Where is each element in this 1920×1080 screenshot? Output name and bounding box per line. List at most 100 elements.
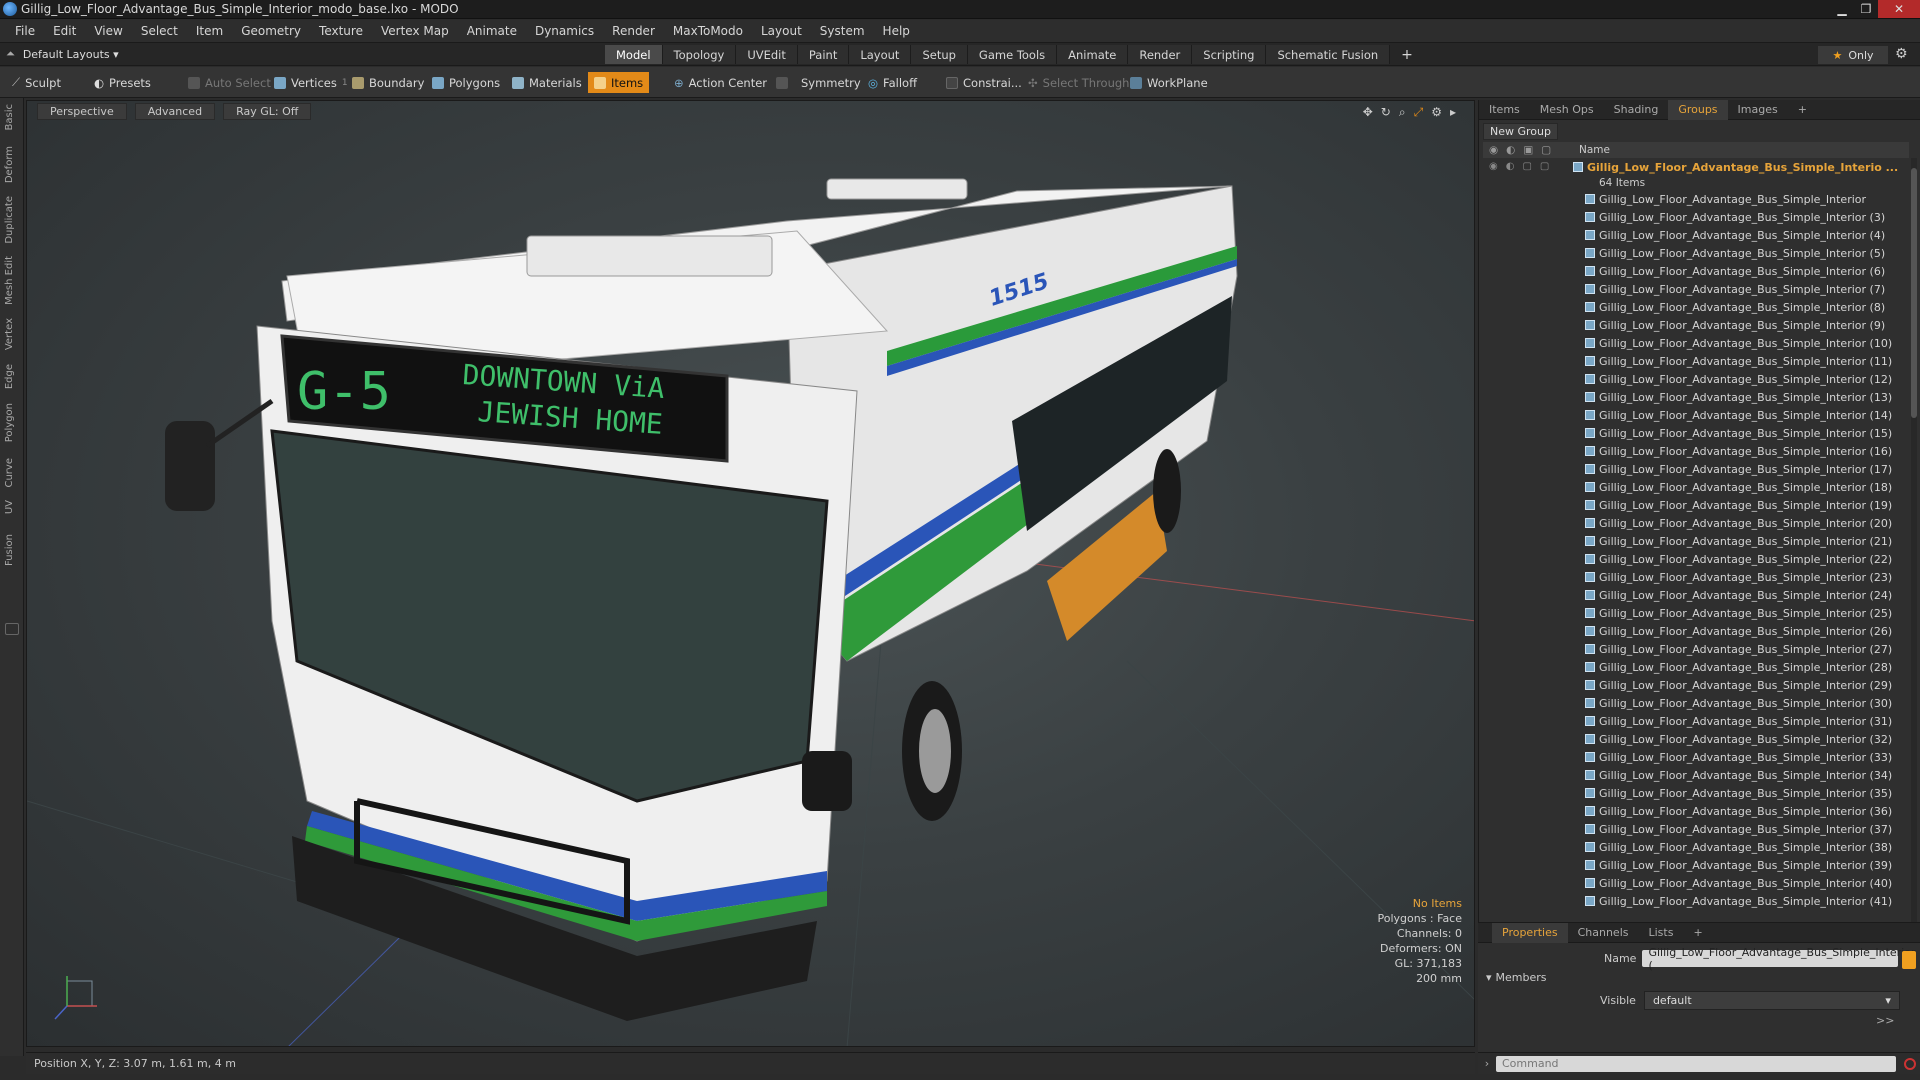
group-item-row[interactable]: Gillig_Low_Floor_Advantage_Bus_Simple_In… bbox=[1483, 352, 1909, 370]
strip-tab-curve[interactable]: Curve bbox=[4, 458, 15, 488]
group-item-row[interactable]: Gillig_Low_Floor_Advantage_Bus_Simple_In… bbox=[1483, 262, 1909, 280]
view-mode-dropdown[interactable]: Perspective bbox=[37, 103, 127, 120]
row-eye-icon[interactable]: ◉ bbox=[1489, 161, 1498, 172]
group-item-row[interactable]: Gillig_Low_Floor_Advantage_Bus_Simple_In… bbox=[1483, 190, 1909, 208]
gear-icon[interactable]: ⚙ bbox=[1895, 46, 1908, 62]
group-item-row[interactable]: Gillig_Low_Floor_Advantage_Bus_Simple_In… bbox=[1483, 658, 1909, 676]
tab-paint[interactable]: Paint bbox=[797, 45, 850, 64]
visible-dropdown[interactable]: default ▾ bbox=[1643, 991, 1900, 1010]
constraints-button[interactable]: Constrai... bbox=[940, 72, 1028, 93]
falloff-button[interactable]: ◎ Falloff bbox=[862, 72, 923, 93]
lock-icon[interactable]: ▣ bbox=[1523, 144, 1533, 156]
only-button[interactable]: ★ Only bbox=[1818, 46, 1888, 64]
render-icon[interactable]: ◐ bbox=[1506, 144, 1515, 156]
raygl-toggle[interactable]: Ray GL: Off bbox=[223, 103, 312, 120]
eye-icon[interactable]: ◉ bbox=[1489, 144, 1498, 156]
group-item-row[interactable]: Gillig_Low_Floor_Advantage_Bus_Simple_In… bbox=[1483, 532, 1909, 550]
menu-file[interactable]: File bbox=[6, 24, 44, 38]
members-row[interactable]: ▾ Members bbox=[1486, 971, 1547, 984]
menu-dynamics[interactable]: Dynamics bbox=[526, 24, 603, 38]
group-item-row[interactable]: Gillig_Low_Floor_Advantage_Bus_Simple_In… bbox=[1483, 388, 1909, 406]
tab-mesh-ops[interactable]: Mesh Ops bbox=[1530, 103, 1604, 116]
group-item-row[interactable]: Gillig_Low_Floor_Advantage_Bus_Simple_In… bbox=[1483, 298, 1909, 316]
minimize-icon[interactable]: ▁ bbox=[1830, 0, 1854, 18]
tab-groups[interactable]: Groups bbox=[1668, 99, 1728, 120]
vertices-button[interactable]: Vertices 1 bbox=[268, 72, 354, 93]
menu-render[interactable]: Render bbox=[603, 24, 664, 38]
3d-viewport[interactable]: G-5 DOWNTOWN ViA JEWISH HOME 1515 Perspe… bbox=[26, 100, 1475, 1047]
tab-schematic-fusion[interactable]: Schematic Fusion bbox=[1266, 45, 1391, 64]
group-item-row[interactable]: Gillig_Low_Floor_Advantage_Bus_Simple_In… bbox=[1483, 424, 1909, 442]
group-item-row[interactable]: Gillig_Low_Floor_Advantage_Bus_Simple_In… bbox=[1483, 820, 1909, 838]
action-center-button[interactable]: ⊕ Action Center bbox=[668, 72, 773, 93]
restore-icon[interactable]: ❐ bbox=[1854, 0, 1878, 18]
viewport-menu-arrow-icon[interactable]: ▸ bbox=[1450, 105, 1456, 120]
column-name[interactable]: Name bbox=[1579, 144, 1610, 156]
group-item-row[interactable]: Gillig_Low_Floor_Advantage_Bus_Simple_In… bbox=[1483, 640, 1909, 658]
group-item-row[interactable]: Gillig_Low_Floor_Advantage_Bus_Simple_In… bbox=[1483, 604, 1909, 622]
group-item-row[interactable]: Gillig_Low_Floor_Advantage_Bus_Simple_In… bbox=[1483, 244, 1909, 262]
tab-items[interactable]: Items bbox=[1479, 103, 1530, 116]
name-field[interactable]: Gillig_Low_Floor_Advantage_Bus_Simple_In… bbox=[1642, 946, 1916, 972]
layout-dropdown[interactable]: ⏶ Default Layouts ▾ bbox=[6, 47, 119, 61]
group-item-row[interactable]: Gillig_Low_Floor_Advantage_Bus_Simple_In… bbox=[1483, 370, 1909, 388]
color-swatch[interactable] bbox=[1902, 951, 1916, 969]
items-button[interactable]: Items bbox=[588, 72, 650, 93]
group-root-row[interactable]: ◉ ◐ ▢ ▢ Gillig_Low_Floor_Advantage_Bus_S… bbox=[1483, 158, 1909, 176]
groups-scrollbar[interactable] bbox=[1911, 158, 1917, 1013]
add-panel-tab[interactable]: + bbox=[1788, 103, 1817, 116]
menu-view[interactable]: View bbox=[85, 24, 131, 38]
maximize-icon[interactable]: ⤢ bbox=[1414, 105, 1424, 120]
add-tab-icon[interactable]: + bbox=[1390, 45, 1424, 64]
menu-geometry[interactable]: Geometry bbox=[232, 24, 310, 38]
group-item-row[interactable]: Gillig_Low_Floor_Advantage_Bus_Simple_In… bbox=[1483, 316, 1909, 334]
menu-help[interactable]: Help bbox=[874, 24, 919, 38]
group-item-row[interactable]: Gillig_Low_Floor_Advantage_Bus_Simple_In… bbox=[1483, 802, 1909, 820]
new-group-button[interactable]: New Group bbox=[1483, 123, 1558, 140]
strip-tab-uv[interactable]: UV bbox=[4, 500, 15, 514]
pan-icon[interactable]: ✥ bbox=[1363, 105, 1373, 120]
group-item-row[interactable]: Gillig_Low_Floor_Advantage_Bus_Simple_In… bbox=[1483, 586, 1909, 604]
strip-tab-duplicate[interactable]: Duplicate bbox=[4, 196, 15, 244]
strip-tab-deform[interactable]: Deform bbox=[4, 146, 15, 183]
group-item-row[interactable]: Gillig_Low_Floor_Advantage_Bus_Simple_In… bbox=[1483, 748, 1909, 766]
tab-model[interactable]: Model bbox=[605, 45, 663, 64]
menu-item[interactable]: Item bbox=[187, 24, 232, 38]
auto-select-button[interactable]: Auto Select bbox=[182, 72, 277, 93]
strip-tab-basic[interactable]: Basic bbox=[4, 104, 15, 130]
menu-maxtomodo[interactable]: MaxToModo bbox=[664, 24, 752, 38]
shading-dropdown[interactable]: Advanced bbox=[134, 103, 216, 120]
bus-model[interactable]: G-5 DOWNTOWN ViA JEWISH HOME 1515 bbox=[165, 178, 1238, 1021]
tab-scripting[interactable]: Scripting bbox=[1192, 45, 1267, 64]
strip-tab-fusion[interactable]: Fusion bbox=[4, 534, 15, 566]
group-item-row[interactable]: Gillig_Low_Floor_Advantage_Bus_Simple_In… bbox=[1483, 712, 1909, 730]
group-item-row[interactable]: Gillig_Low_Floor_Advantage_Bus_Simple_In… bbox=[1483, 766, 1909, 784]
menu-system[interactable]: System bbox=[811, 24, 874, 38]
tab-render[interactable]: Render bbox=[1128, 45, 1193, 64]
group-item-row[interactable]: Gillig_Low_Floor_Advantage_Bus_Simple_In… bbox=[1483, 568, 1909, 586]
menu-select[interactable]: Select bbox=[132, 24, 187, 38]
boundary-button[interactable]: Boundary bbox=[346, 72, 430, 93]
record-macro-icon[interactable] bbox=[1904, 1057, 1916, 1070]
tab-lists[interactable]: Lists bbox=[1639, 926, 1684, 939]
tab-game-tools[interactable]: Game Tools bbox=[967, 45, 1058, 64]
tab-animate[interactable]: Animate bbox=[1057, 45, 1129, 64]
group-item-row[interactable]: Gillig_Low_Floor_Advantage_Bus_Simple_In… bbox=[1483, 334, 1909, 352]
group-item-row[interactable]: Gillig_Low_Floor_Advantage_Bus_Simple_In… bbox=[1483, 226, 1909, 244]
menu-layout[interactable]: Layout bbox=[752, 24, 811, 38]
menu-vertex-map[interactable]: Vertex Map bbox=[372, 24, 458, 38]
group-item-row[interactable]: Gillig_Low_Floor_Advantage_Bus_Simple_In… bbox=[1483, 478, 1909, 496]
viewport-gear-icon[interactable]: ⚙ bbox=[1431, 105, 1442, 120]
more-button[interactable]: >> bbox=[1876, 1014, 1894, 1027]
group-item-row[interactable]: Gillig_Low_Floor_Advantage_Bus_Simple_In… bbox=[1483, 280, 1909, 298]
rotate-icon[interactable]: ↻ bbox=[1381, 105, 1391, 120]
group-item-row[interactable]: Gillig_Low_Floor_Advantage_Bus_Simple_In… bbox=[1483, 874, 1909, 892]
group-item-row[interactable]: Gillig_Low_Floor_Advantage_Bus_Simple_In… bbox=[1483, 514, 1909, 532]
symmetry-button[interactable]: Symmetry bbox=[770, 72, 867, 93]
group-item-row[interactable]: Gillig_Low_Floor_Advantage_Bus_Simple_In… bbox=[1483, 406, 1909, 424]
strip-toggle-icon[interactable] bbox=[5, 623, 19, 635]
group-item-row[interactable]: Gillig_Low_Floor_Advantage_Bus_Simple_In… bbox=[1483, 208, 1909, 226]
tab-channels[interactable]: Channels bbox=[1568, 926, 1639, 939]
strip-tab-mesh-edit[interactable]: Mesh Edit bbox=[4, 256, 15, 305]
group-item-row[interactable]: Gillig_Low_Floor_Advantage_Bus_Simple_In… bbox=[1483, 496, 1909, 514]
